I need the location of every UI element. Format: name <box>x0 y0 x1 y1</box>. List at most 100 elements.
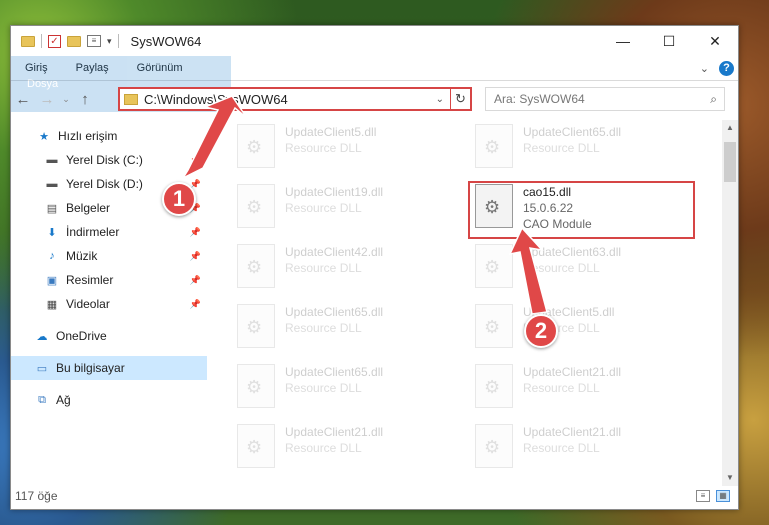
pin-icon[interactable]: 📌 <box>190 155 201 166</box>
vertical-scrollbar[interactable]: ▲ ▼ <box>722 120 738 486</box>
step-badge-2: 2 <box>524 314 558 348</box>
sidebar-item-label: OneDrive <box>56 329 107 343</box>
step-badge-1: 1 <box>162 182 196 216</box>
list-item[interactable]: UpdateClient19.dll Resource DLL <box>237 184 457 240</box>
network-icon: ⧉ <box>38 393 46 406</box>
pictures-icon: ▣ <box>46 274 58 287</box>
search-input[interactable]: Ara: SysWOW64 ⌕ <box>485 87 725 111</box>
sidebar-item-videos[interactable]: ▦ Videolar 📌 <box>11 292 207 316</box>
file-name: UpdateClient21.dll <box>285 425 384 439</box>
list-item[interactable]: UpdateClient21.dll Resource DLL <box>237 424 457 480</box>
sidebar-item-label: Yerel Disk (C:) <box>66 153 143 167</box>
details-view-icon[interactable]: ≡ <box>696 490 710 502</box>
dll-file-icon <box>237 304 275 348</box>
separator <box>41 34 42 48</box>
chevron-down-icon[interactable]: ▾ <box>107 36 112 47</box>
chevron-down-icon[interactable]: ⌄ <box>430 94 450 105</box>
drive-icon: ▬ <box>46 178 58 190</box>
dll-file-icon <box>237 364 275 408</box>
list-item[interactable]: UpdateClient65.dll Resource DLL <box>237 364 457 420</box>
sidebar-item-label: Ağ <box>56 393 71 407</box>
file-name: UpdateClient5.dll <box>285 125 377 139</box>
pin-icon[interactable]: 📌 <box>190 299 201 310</box>
video-icon: ▦ <box>46 298 58 311</box>
list-item[interactable]: UpdateClient65.dll Resource DLL <box>237 304 457 360</box>
folder-icon <box>124 93 138 105</box>
file-name: UpdateClient19.dll <box>285 185 384 199</box>
dll-file-icon <box>475 364 513 408</box>
file-name: UpdateClient65.dll <box>523 125 622 139</box>
new-folder-icon[interactable] <box>67 35 81 47</box>
sidebar-item-downloads[interactable]: ⬇ İndirmeler 📌 <box>11 220 207 244</box>
minimize-button[interactable]: — <box>600 26 646 56</box>
list-item[interactable]: UpdateClient5.dllResource DLL <box>475 304 695 360</box>
file-desc: Resource DLL <box>285 201 362 215</box>
folder-icon <box>21 35 35 47</box>
sidebar-item-disk-c[interactable]: ▬ Yerel Disk (C:) 📌 <box>11 148 207 172</box>
dll-file-icon <box>475 424 513 468</box>
quick-access-toolbar: ✓ ≡ ▾ <box>11 34 119 48</box>
scroll-thumb[interactable] <box>724 142 736 182</box>
dll-file-icon <box>237 244 275 288</box>
pin-icon[interactable]: 📌 <box>190 251 201 262</box>
search-icon[interactable]: ⌕ <box>710 92 717 107</box>
sidebar-item-this-pc[interactable]: ▭ Bu bilgisayar <box>11 356 207 380</box>
list-item[interactable]: UpdateClient65.dll Resource DLL <box>475 124 695 180</box>
forward-arrow-icon[interactable]: → <box>35 91 59 108</box>
cloud-icon: ☁ <box>36 330 48 343</box>
dll-file-icon <box>237 124 275 168</box>
pin-icon[interactable]: 📌 <box>190 227 201 238</box>
explorer-window: ✓ ≡ ▾ SysWOW64 — ☐ ✕ Dosya Giriş Paylaş … <box>10 25 739 510</box>
sidebar-item-label: Müzik <box>66 249 98 263</box>
file-desc: Resource DLL <box>523 141 600 155</box>
file-name: UpdateClient65.dll <box>285 305 384 319</box>
music-icon: ♪ <box>49 250 55 262</box>
sidebar-item-pictures[interactable]: ▣ Resimler 📌 <box>11 268 207 292</box>
file-desc: Resource DLL <box>285 441 362 455</box>
computer-icon: ▭ <box>36 362 48 375</box>
file-desc: Resource DLL <box>285 141 362 155</box>
file-name: UpdateClient42.dll <box>285 245 384 259</box>
help-button[interactable]: ? <box>719 60 734 76</box>
file-name: UpdateClient65.dll <box>285 365 384 379</box>
sidebar-item-onedrive[interactable]: ☁ OneDrive <box>11 324 207 348</box>
file-desc: Resource DLL <box>523 261 600 275</box>
file-desc: Resource DLL <box>285 261 362 275</box>
ribbon-tabs: Dosya Giriş Paylaş Görünüm ⌄ ? <box>11 56 738 112</box>
file-name: UpdateClient63.dll <box>523 245 622 259</box>
dll-file-icon <box>475 304 513 348</box>
list-item[interactable]: UpdateClient21.dll Resource DLL <box>475 364 695 420</box>
sidebar-item-network[interactable]: ⧉ Ağ <box>11 388 207 412</box>
tiles-view-icon[interactable]: ▦ <box>716 490 730 502</box>
dll-file-icon <box>475 244 513 288</box>
list-item[interactable]: UpdateClient42.dll Resource DLL <box>237 244 457 300</box>
refresh-icon[interactable]: ↻ <box>450 89 470 109</box>
maximize-button[interactable]: ☐ <box>646 26 692 56</box>
drive-icon: ▬ <box>46 154 58 166</box>
sidebar-item-label: Hızlı erişim <box>58 129 118 143</box>
close-button[interactable]: ✕ <box>692 26 738 56</box>
address-path[interactable]: C:\Windows\SysWOW64 <box>144 92 430 107</box>
list-item[interactable]: UpdateClient63.dll Resource DLL <box>475 244 695 300</box>
dll-file-icon <box>475 124 513 168</box>
properties-icon[interactable]: ≡ <box>87 35 101 47</box>
sidebar-item-label: Belgeler <box>66 201 111 215</box>
list-item[interactable]: UpdateClient5.dll Resource DLL <box>237 124 457 180</box>
status-bar: 117 öğe ≡ ▦ <box>11 483 738 509</box>
back-arrow-icon[interactable]: ← <box>11 91 35 108</box>
dll-file-icon <box>237 184 275 228</box>
checkmark-icon[interactable]: ✓ <box>48 34 61 48</box>
pin-icon[interactable]: 📌 <box>190 275 201 286</box>
navigation-bar: ← → ⌄ ↑ C:\Windows\SysWOW64 ⌄ ↻ Ara: Sys… <box>11 82 738 116</box>
scroll-up-icon[interactable]: ▲ <box>722 120 738 136</box>
up-arrow-icon[interactable]: ↑ <box>73 91 97 108</box>
sidebar-item-quick-access[interactable]: ★ Hızlı erişim <box>11 124 207 148</box>
sidebar-item-music[interactable]: ♪ Müzik 📌 <box>11 244 207 268</box>
address-bar[interactable]: C:\Windows\SysWOW64 ⌄ ↻ <box>118 87 472 111</box>
list-item[interactable]: UpdateClient21.dll Resource DLL <box>475 424 695 480</box>
recent-locations-icon[interactable]: ⌄ <box>59 94 73 105</box>
sidebar-item-label: Bu bilgisayar <box>56 361 125 375</box>
sidebar-item-label: Videolar <box>66 297 110 311</box>
chevron-down-icon[interactable]: ⌄ <box>700 62 709 75</box>
file-desc: Resource DLL <box>285 381 362 395</box>
